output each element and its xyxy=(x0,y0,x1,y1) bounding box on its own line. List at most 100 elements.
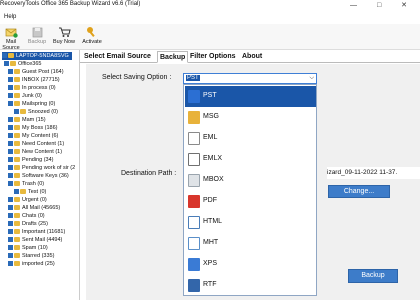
folder-icon xyxy=(20,189,26,194)
tree-item[interactable]: Software Keys (36) xyxy=(8,172,69,180)
eml-file-icon xyxy=(188,132,200,145)
checkbox[interactable] xyxy=(8,101,13,106)
option-emlx[interactable]: EMLX xyxy=(185,149,316,170)
tree-item[interactable]: imported (25) xyxy=(8,260,55,268)
folder-icon xyxy=(14,157,20,162)
checkbox[interactable] xyxy=(8,197,13,202)
mbox-file-icon xyxy=(188,174,200,187)
activate-button[interactable]: Activate xyxy=(80,26,104,50)
checkbox[interactable] xyxy=(8,117,13,122)
tree-item[interactable]: Mam (15) xyxy=(8,116,46,124)
tree-item[interactable]: In process (0) xyxy=(8,84,56,92)
emlx-file-icon xyxy=(188,153,200,166)
checkbox[interactable] xyxy=(14,189,19,194)
checkbox[interactable] xyxy=(8,69,13,74)
tree-item[interactable]: Chats (0) xyxy=(8,212,45,220)
folder-icon xyxy=(14,117,20,122)
tab-about[interactable]: About xyxy=(240,51,264,63)
tab-backup[interactable]: Backup xyxy=(157,51,189,63)
checkbox[interactable] xyxy=(8,173,13,178)
tree-item[interactable]: Test (0) xyxy=(14,188,46,196)
checkbox[interactable] xyxy=(4,61,9,66)
tree-item[interactable]: Office365 xyxy=(4,60,41,68)
tree-item[interactable]: All Mail (45665) xyxy=(8,204,60,212)
option-rtf[interactable]: RTF xyxy=(185,275,316,296)
option-msg[interactable]: MSG xyxy=(185,107,316,128)
folder-icon xyxy=(14,85,20,90)
checkbox[interactable] xyxy=(8,237,13,242)
backup-toolbar-button[interactable]: Backup xyxy=(26,26,48,50)
checkbox[interactable] xyxy=(8,253,13,258)
checkbox[interactable] xyxy=(8,133,13,138)
tree-item[interactable]: Pending work of sir (2 xyxy=(8,164,75,172)
tree-item[interactable]: Urgent (0) xyxy=(8,196,47,204)
option-eml[interactable]: EML xyxy=(185,128,316,149)
tree-item[interactable]: Snoozed (0) xyxy=(14,108,58,116)
tree-item[interactable]: Starred (335) xyxy=(8,252,54,260)
destination-path-field[interactable]: izard_09-11-2022 11-37. xyxy=(327,167,420,179)
checkbox[interactable] xyxy=(8,77,13,82)
folder-icon xyxy=(14,261,20,266)
checkbox[interactable] xyxy=(14,109,19,114)
window-controls[interactable]: — □ ✕ xyxy=(350,1,416,9)
saving-option-label: Select Saving Option : xyxy=(102,74,172,81)
tab-select-email-source[interactable]: Select Email Source xyxy=(82,51,153,63)
checkbox[interactable] xyxy=(8,261,13,266)
change-button[interactable]: Change... xyxy=(328,185,390,198)
mht-file-icon xyxy=(188,237,200,250)
folder-icon xyxy=(14,245,20,250)
folder-icon xyxy=(14,205,20,210)
option-pdf[interactable]: PDF xyxy=(185,191,316,212)
checkbox[interactable] xyxy=(8,213,13,218)
option-mht[interactable]: MHT xyxy=(185,233,316,254)
checkbox[interactable] xyxy=(8,245,13,250)
tree-item[interactable]: Drafts (25) xyxy=(8,220,48,228)
folder-icon xyxy=(14,101,20,106)
tree-item[interactable]: Need Content (1) xyxy=(8,140,64,148)
folder-icon xyxy=(14,197,20,202)
tree-item[interactable]: Spam (10) xyxy=(8,244,48,252)
tree-item[interactable]: INBOX (27715) xyxy=(8,76,60,84)
folder-icon xyxy=(20,109,26,114)
help-menu[interactable]: Help xyxy=(4,14,16,20)
chevron-down-icon[interactable]: ⌵ xyxy=(309,74,314,83)
option-mbox[interactable]: MBOX xyxy=(185,170,316,191)
option-pst[interactable]: PST xyxy=(185,86,316,107)
folder-icon xyxy=(14,173,20,178)
tree-item-root[interactable]: LAPTOP-5NDA8SVG xyxy=(2,52,72,60)
saving-option-select[interactable]: PST ⌵ xyxy=(183,73,317,84)
buy-now-button[interactable]: Buy Now xyxy=(52,26,76,50)
backup-button[interactable]: Backup xyxy=(348,269,398,283)
tree-item[interactable]: Pending (34) xyxy=(8,156,54,164)
folder-icon xyxy=(14,213,20,218)
tree-item[interactable]: Junk (0) xyxy=(8,92,42,100)
mail-source-button[interactable]: Mail Source xyxy=(0,26,22,51)
main-panel: Select Email Source Backup Filter Option… xyxy=(80,50,420,300)
tree-item[interactable]: Mailspring (0) xyxy=(8,100,55,108)
saving-option-value: PST xyxy=(186,75,200,81)
tree-item[interactable]: Sent Mail (4494) xyxy=(8,236,62,244)
tree-item[interactable]: Important (11681) xyxy=(8,228,65,236)
checkbox[interactable] xyxy=(8,125,13,130)
option-xps[interactable]: XPS xyxy=(185,254,316,275)
tree-item[interactable]: Trash (0) xyxy=(8,180,44,188)
checkbox[interactable] xyxy=(8,149,13,154)
checkbox[interactable] xyxy=(8,221,13,226)
checkbox[interactable] xyxy=(8,205,13,210)
tree-item[interactable]: My Boss (186) xyxy=(8,124,57,132)
checkbox[interactable] xyxy=(8,141,13,146)
tree-item[interactable]: New Content (1) xyxy=(8,148,62,156)
tree-item[interactable]: My Content (6) xyxy=(8,132,58,140)
checkbox[interactable] xyxy=(8,93,13,98)
tab-filter-options[interactable]: Filter Options xyxy=(188,51,238,63)
checkbox[interactable] xyxy=(8,229,13,234)
checkbox[interactable] xyxy=(8,165,13,170)
checkbox[interactable] xyxy=(2,53,7,58)
cart-icon xyxy=(58,27,71,37)
option-html[interactable]: HTML xyxy=(185,212,316,233)
tree-item[interactable]: Guest Post (164) xyxy=(8,68,64,76)
checkbox[interactable] xyxy=(8,85,13,90)
checkbox[interactable] xyxy=(8,181,13,186)
folder-icon xyxy=(14,237,20,242)
checkbox[interactable] xyxy=(8,157,13,162)
